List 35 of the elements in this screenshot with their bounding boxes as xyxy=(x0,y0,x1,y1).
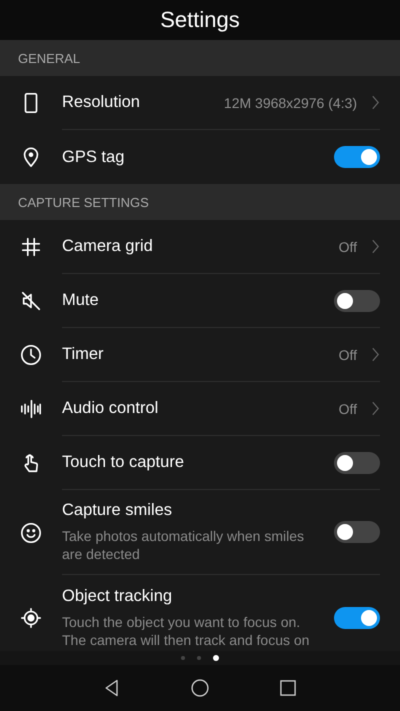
clock-icon xyxy=(20,344,42,366)
setting-label: Camera grid xyxy=(62,237,154,256)
smiley-icon xyxy=(20,522,42,544)
toggle-switch[interactable] xyxy=(334,290,380,312)
setting-label: Audio control xyxy=(62,399,160,418)
waveform-icon xyxy=(20,398,42,420)
speaker-muted-icon xyxy=(20,290,42,312)
setting-value: 12M 3968x2976 (4:3) xyxy=(224,94,357,110)
setting-value: Off xyxy=(338,238,357,254)
chevron-right-icon xyxy=(371,238,380,255)
setting-label: Resolution xyxy=(62,93,141,112)
setting-label: Mute xyxy=(62,291,100,310)
home-icon[interactable] xyxy=(190,678,210,698)
target-icon xyxy=(20,606,42,628)
section-title: GENERAL xyxy=(18,50,80,66)
toggle-switch[interactable] xyxy=(334,606,380,628)
recents-icon[interactable] xyxy=(278,678,298,698)
toggle-switch[interactable] xyxy=(334,452,380,474)
setting-description: Touch the object you want to focus on. The camera will then track and focus on xyxy=(62,612,310,648)
setting-label: Capture smiles xyxy=(62,501,174,520)
toggle-switch[interactable] xyxy=(334,146,380,168)
setting-label: Object tracking xyxy=(62,586,174,606)
screen-title: Settings xyxy=(160,7,240,33)
chevron-right-icon xyxy=(371,346,380,363)
setting-label: GPS tag xyxy=(62,148,126,166)
setting-label: Touch to capture xyxy=(62,453,185,472)
chevron-right-icon xyxy=(371,400,380,417)
setting-label: Timer xyxy=(62,345,105,364)
setting-description: Take photos automatically when smiles are detected xyxy=(62,527,306,563)
chevron-right-icon xyxy=(371,94,380,111)
setting-value: Off xyxy=(338,400,357,416)
grid-icon xyxy=(20,236,42,258)
section-title: CAPTURE SETTINGS xyxy=(18,194,149,210)
setting-value: Off xyxy=(338,346,357,362)
toggle-switch[interactable] xyxy=(334,521,380,543)
